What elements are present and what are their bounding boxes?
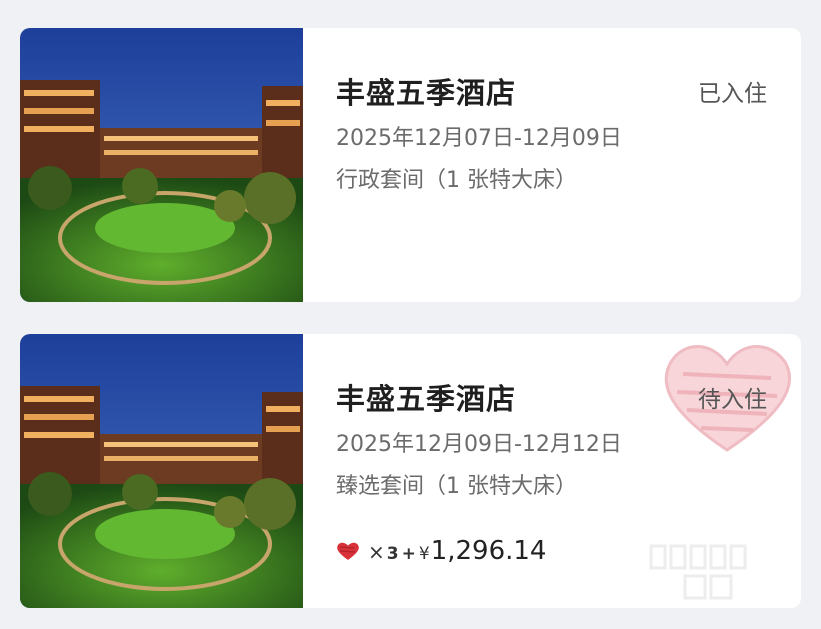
- booking-list: 丰盛五季酒店 已入住 2025年12月07日-12月09日 行政套间（1 张特大…: [0, 0, 821, 629]
- booking-card[interactable]: 丰盛五季酒店 待入住 2025年12月09日-12月12日 臻选套间（1 张特大…: [20, 334, 801, 608]
- price-currency: ¥: [418, 544, 430, 564]
- booking-info: 丰盛五季酒店 已入住 2025年12月07日-12月09日 行政套间（1 张特大…: [303, 28, 801, 302]
- hotel-thumbnail: [20, 28, 303, 302]
- hotel-courtyard-photo: [20, 334, 303, 608]
- stay-dates: 2025年12月09日-12月12日: [336, 432, 622, 457]
- price-plus: +: [401, 544, 416, 564]
- hotel-name: 丰盛五季酒店: [336, 382, 517, 416]
- price-amount: 1,296.14: [430, 536, 547, 566]
- booking-info: 丰盛五季酒店 待入住 2025年12月09日-12月12日 臻选套间（1 张特大…: [303, 334, 801, 608]
- room-type: 行政套间（1 张特大床）: [336, 168, 577, 193]
- stay-dates: 2025年12月07日-12月09日: [336, 126, 622, 151]
- room-type: 臻选套间（1 张特大床）: [336, 474, 577, 499]
- price-multiplier: ×: [368, 540, 385, 564]
- price-count: 3: [386, 544, 399, 564]
- booking-status: 已入住: [698, 81, 767, 107]
- booking-card[interactable]: 丰盛五季酒店 已入住 2025年12月07日-12月09日 行政套间（1 张特大…: [20, 28, 801, 302]
- booking-status: 待入住: [698, 387, 767, 413]
- price-row: × 3 + ¥ 1,296.14: [336, 536, 546, 566]
- hotel-name: 丰盛五季酒店: [336, 76, 517, 110]
- hotel-thumbnail: [20, 334, 303, 608]
- brand-watermark-logo: [649, 544, 747, 600]
- hotel-courtyard-photo: [20, 28, 303, 302]
- red-heart-icon: [337, 542, 359, 560]
